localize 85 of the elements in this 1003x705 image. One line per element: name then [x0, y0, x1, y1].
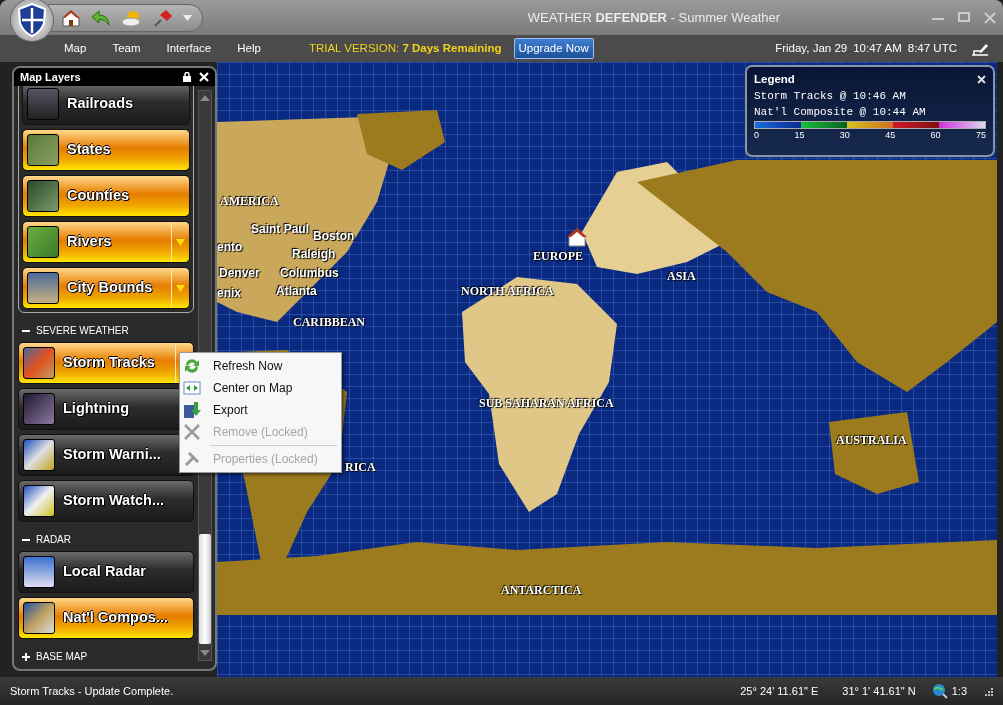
scale-tick-label: 30 — [839, 129, 850, 143]
section-heading[interactable]: RADAR — [36, 532, 71, 547]
scale-tick-label: 0 — [754, 129, 759, 143]
refresh-icon — [183, 357, 201, 375]
layer-thumbnail — [23, 439, 55, 471]
scroll-thumb[interactable] — [199, 534, 211, 644]
menu-item[interactable]: Interface — [166, 39, 212, 58]
city-label: Denver — [219, 265, 260, 282]
layer-toggle-button[interactable]: Local Radar — [18, 551, 194, 593]
region-label: AUSTRALIA — [836, 432, 907, 449]
longitude-readout: 25° 24' 11.61" E — [740, 683, 819, 699]
scale-tick-label: 60 — [930, 129, 941, 143]
scale-tick-label: 75 — [975, 129, 986, 143]
city-label: ento — [217, 239, 243, 256]
local-time: 10:47 AM — [853, 40, 902, 56]
trial-notice: TRIAL VERSION: 7 Days Remaining — [308, 40, 502, 56]
x-icon — [183, 423, 201, 441]
window-title: WEATHER DEFENDER - Summer Weather — [526, 8, 782, 27]
scale-tick-label: 15 — [794, 129, 805, 143]
layer-thumbnail — [23, 602, 55, 634]
layer-thumbnail — [27, 134, 59, 166]
arrows-icon — [183, 379, 201, 397]
layer-thumbnail — [27, 88, 59, 120]
city-label: Boston — [313, 228, 355, 245]
upgrade-button[interactable]: Upgrade Now — [513, 37, 594, 60]
section-heading[interactable]: SEVERE WEATHER — [36, 323, 129, 338]
download-icon — [183, 401, 201, 419]
layer-label: Nat'l Compos... — [63, 608, 168, 628]
layer-thumbnail — [27, 272, 59, 304]
section-heading[interactable]: BASE MAP — [36, 649, 88, 664]
region-label: CARIBBEAN — [293, 314, 365, 331]
layer-label: States — [67, 140, 111, 160]
curved-arrow-icon[interactable] — [91, 8, 111, 27]
region-label: ASIA — [667, 268, 696, 285]
layer-label: Local Radar — [63, 562, 146, 582]
globe-magnifier-icon[interactable] — [931, 683, 948, 699]
scroll-down-arrow-icon[interactable] — [200, 650, 210, 656]
city-label: Saint Paul — [251, 221, 309, 238]
layer-label: Storm Tracks — [63, 353, 155, 373]
sun-cloud-icon[interactable] — [121, 8, 143, 27]
layer-label: Counties — [67, 186, 130, 206]
panel-title: Map Layers — [20, 69, 82, 85]
layer-toggle-button[interactable]: Storm Watch... — [18, 480, 194, 522]
layer-thumbnail — [23, 556, 55, 588]
layer-label: City Bounds — [67, 278, 153, 298]
house-icon[interactable] — [566, 227, 588, 247]
city-label: enix — [217, 285, 241, 302]
layer-toggle-button[interactable]: Storm Warni... — [18, 434, 194, 476]
zoom-level: 1:3 — [951, 683, 967, 699]
close-icon[interactable] — [977, 75, 986, 85]
pushpin-icon[interactable] — [153, 8, 173, 27]
menu-item[interactable]: Map — [64, 39, 87, 58]
expand-icon[interactable] — [22, 652, 30, 661]
layer-label: Storm Watch... — [63, 491, 164, 511]
region-label: EUROPE — [533, 248, 583, 265]
layer-label: Rivers — [67, 232, 112, 252]
layer-toggle-button[interactable]: Railroads — [22, 86, 190, 125]
menu-item[interactable]: Help — [237, 39, 261, 58]
menu-item[interactable]: Team — [112, 39, 141, 58]
region-label: AMERICA — [220, 193, 279, 210]
tools-icon — [183, 450, 201, 468]
scroll-up-arrow-icon[interactable] — [200, 95, 210, 101]
layer-thumbnail — [27, 180, 59, 212]
scale-tick-label: 45 — [885, 129, 896, 143]
latitude-readout: 31° 1' 41.61" N — [842, 683, 916, 699]
layer-thumbnail — [23, 347, 55, 379]
city-label: Raleigh — [292, 246, 336, 263]
region-label: ANTARCTICA — [501, 582, 582, 599]
resize-grip-icon[interactable] — [983, 686, 993, 696]
legend-title: Legend — [754, 72, 795, 87]
layer-label: Lightning — [63, 399, 130, 419]
layer-thumbnail — [23, 393, 55, 425]
layer-label: Railroads — [67, 94, 134, 114]
date-text: Friday, Jan 29 — [775, 40, 848, 56]
status-message: Storm Tracks - Update Complete. — [10, 683, 175, 699]
layer-thumbnail — [23, 485, 55, 517]
lock-icon[interactable] — [183, 72, 191, 82]
legend-entry: Storm Tracks @ 10:46 AM — [754, 89, 907, 105]
legend-entry: Nat'l Composite @ 10:44 AM — [754, 105, 927, 121]
region-label: RICA — [345, 459, 376, 476]
layer-thumbnail — [27, 226, 59, 258]
utc-time: 8:47 UTC — [907, 40, 957, 56]
layer-label: Storm Warni... — [63, 445, 161, 465]
house-icon[interactable] — [61, 8, 81, 27]
shield-logo-icon[interactable] — [17, 2, 47, 37]
